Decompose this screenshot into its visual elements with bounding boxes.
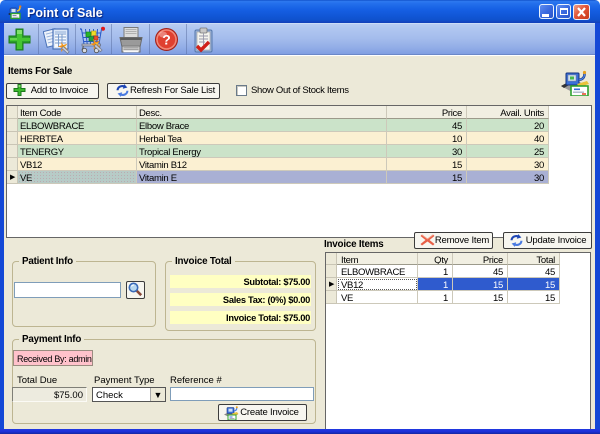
svg-text:?: ? <box>162 32 171 48</box>
